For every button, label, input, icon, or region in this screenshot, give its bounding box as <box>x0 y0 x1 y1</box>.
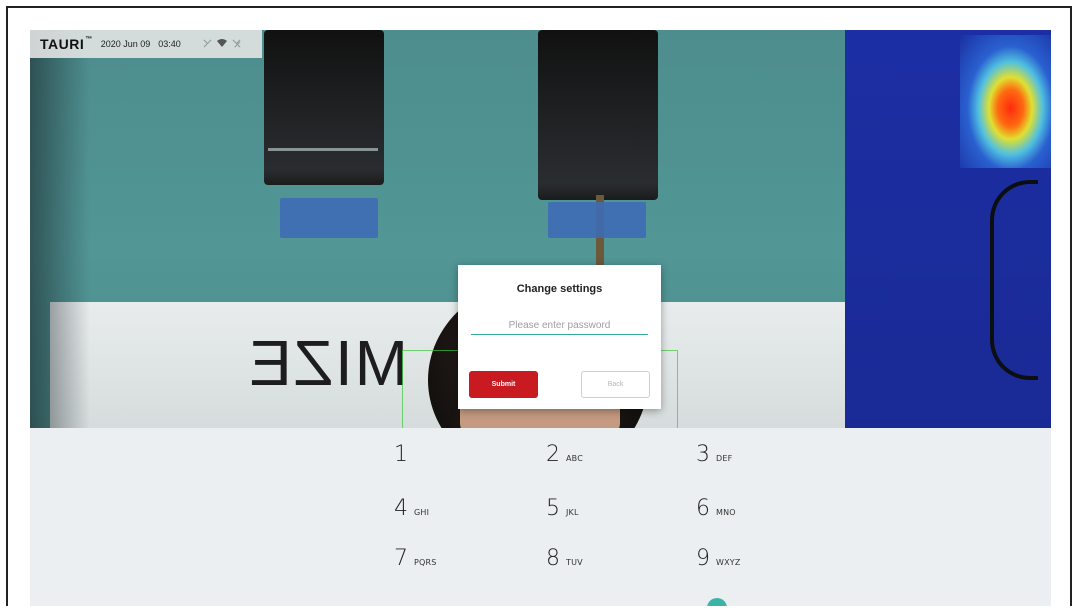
signal-muted-icon <box>203 39 212 50</box>
status-date: 2020 Jun 09 <box>100 39 151 49</box>
confirm-key-dot[interactable] <box>707 598 727 606</box>
status-time: 03:40 <box>158 39 181 49</box>
thermal-preview <box>960 35 1051 168</box>
password-input[interactable] <box>471 317 648 335</box>
dialog-title: Change settings <box>516 283 603 295</box>
device-screen: MIZE TAURI™ 2020 Jun 09 03:40 1 2 ABC 3 … <box>30 30 1051 606</box>
key-6[interactable]: 6 MNO <box>696 496 736 521</box>
status-bar: TAURI™ 2020 Jun 09 03:40 <box>30 30 262 58</box>
device-label-left <box>280 198 378 238</box>
key-8[interactable]: 8 TUV <box>546 546 583 571</box>
key-9[interactable]: 9 WXYZ <box>696 546 741 571</box>
brand-logo: TAURI™ <box>40 36 93 52</box>
key-1[interactable]: 1 <box>394 442 414 467</box>
no-signal-icon <box>232 39 241 50</box>
wall-cable <box>990 180 1038 380</box>
change-settings-dialog: Change settings Submit Back <box>458 265 661 409</box>
numeric-keypad: 1 2 ABC 3 DEF 4 GHI 5 JKL 6 MNO 7 PQRS 8… <box>30 428 1051 606</box>
key-3[interactable]: 3 DEF <box>696 442 732 467</box>
wall-device-right <box>538 30 658 200</box>
key-4[interactable]: 4 GHI <box>394 496 429 521</box>
submit-button[interactable]: Submit <box>469 371 538 398</box>
device-highlight <box>268 148 378 151</box>
wifi-icon <box>216 38 227 50</box>
device-label-right <box>548 202 646 238</box>
back-button[interactable]: Back <box>581 371 650 398</box>
screenshot-frame: MIZE TAURI™ 2020 Jun 09 03:40 1 2 ABC 3 … <box>6 6 1072 606</box>
wall-sign-text: MIZE <box>247 327 408 399</box>
key-2[interactable]: 2 ABC <box>546 442 583 467</box>
status-icons <box>203 38 241 50</box>
key-5[interactable]: 5 JKL <box>546 496 579 521</box>
scene-shade <box>30 30 90 428</box>
key-7[interactable]: 7 PQRS <box>394 546 437 571</box>
wall-device-left <box>264 30 384 185</box>
